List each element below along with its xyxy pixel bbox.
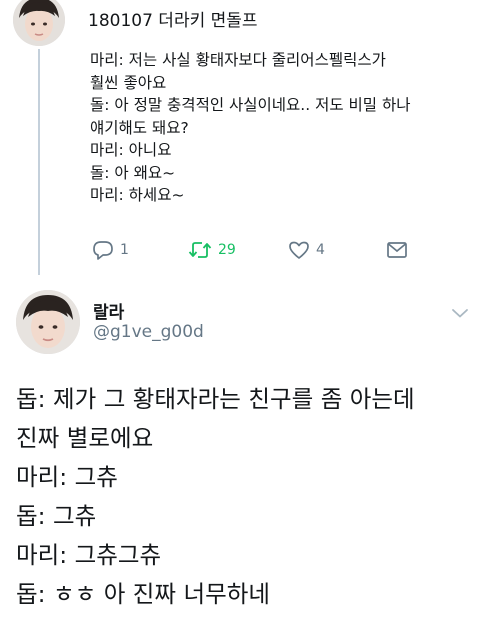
tweet-text: 마리: 저는 사실 황태자보다 줄리어스펠릭스가 훨씬 좋아요 돌: 아 정말 … (90, 49, 411, 207)
avatar[interactable] (16, 290, 80, 354)
tweet-options-button[interactable] (449, 304, 471, 322)
retweet-icon (188, 242, 212, 258)
tweet-line: 돕: 그츄 (16, 502, 97, 530)
tweet-line: 마리: 그츄 (16, 463, 118, 491)
direct-message-button[interactable] (386, 240, 408, 260)
tweet-line: 마리: 저는 사실 황태자보다 줄리어스펠릭스가 (90, 51, 386, 69)
chevron-down-icon (452, 309, 468, 318)
avatar[interactable] (13, 0, 65, 46)
tweet-line: 얘기해도 돼요? (90, 118, 189, 137)
reply-button[interactable]: 1 (92, 240, 129, 260)
retweet-button[interactable]: 29 (188, 240, 236, 260)
tweet-header-partial: 180107 더라키 면돌프 (88, 11, 258, 31)
tweet-line: 돌: 아 정말 충격적인 사실이네요.. 저도 비밀 하나 (90, 96, 411, 114)
tweet-line: 마리: 아니요 (90, 141, 172, 159)
like-count: 4 (316, 242, 325, 258)
user-handle[interactable]: @g1ve_g00d (93, 322, 204, 342)
display-name[interactable]: 랄라 (93, 298, 124, 323)
like-button[interactable]: 4 (288, 240, 325, 260)
thread-line (38, 49, 40, 275)
avatar-image (13, 0, 65, 46)
tweet-line: 돕: 제가 그 황태자라는 친구를 좀 아는데 (16, 385, 415, 413)
heart-icon (289, 241, 309, 259)
tweet-line: 돌: 아 왜요~ (90, 163, 176, 182)
reply-icon (93, 241, 113, 260)
tweet-line: 돕: ㅎㅎ 아 진짜 너무하네 (16, 580, 270, 608)
tweet-text: 돕: 제가 그 황태자라는 친구를 좀 아는데 진짜 별로에요 마리: 그츄 돕… (16, 380, 415, 614)
reply-count: 1 (120, 242, 129, 258)
tweet-line: 마리: 그츄그츄 (16, 541, 162, 569)
avatar-image (16, 290, 80, 354)
tweet-line: 진짜 별로에요 (16, 424, 154, 452)
retweet-count: 29 (218, 242, 236, 258)
envelope-icon (387, 242, 407, 258)
tweet-line: 훨씬 좋아요 (90, 73, 167, 92)
tweet-line: 마리: 하세요~ (90, 186, 185, 204)
